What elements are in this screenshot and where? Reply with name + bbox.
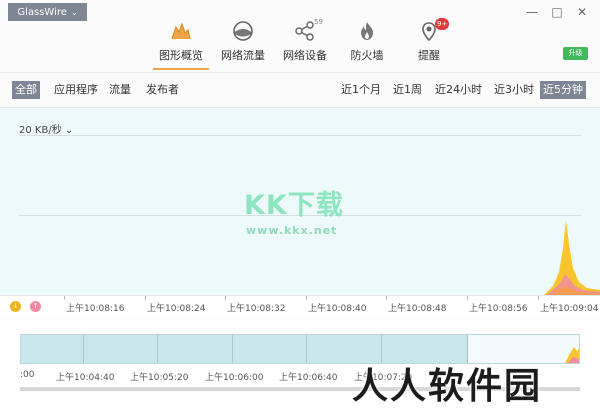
filter-traffic[interactable]: 流量 [106,81,134,99]
overview-tick: 上午10:04:40 [56,373,115,383]
time-tick: 上午10:08:16 [66,304,125,314]
tab-usage-label: 网络流量 [221,49,265,62]
time-tick: 上午10:08:32 [227,304,286,314]
incoming-legend-icon[interactable]: ↓ [10,301,21,312]
tick-mark [386,296,387,300]
overview-tick: 上午10:06:00 [205,373,264,383]
graph-icon [170,20,192,42]
chevron-down-icon: ⌄ [70,7,78,17]
filter-apps[interactable]: 应用程序 [51,81,101,99]
traffic-spike [543,220,600,296]
network-devices-icon [294,20,316,42]
tab-firewall[interactable]: 防火墙 [336,18,398,70]
main-nav: 图形概览 网络流量 59 网络设备 防火墙 9+ 提醒 [150,18,460,70]
brand-menu-button[interactable]: GlassWire ⌄ [8,3,87,21]
tick-mark [225,296,226,300]
range-5-minutes[interactable]: 近5分钟 [540,81,586,99]
watermark-logo: KK下载 [244,190,344,221]
usage-icon [232,20,254,42]
outgoing-legend-icon[interactable]: ↑ [30,301,41,312]
tab-graph[interactable]: 图形概览 [150,18,212,70]
tick-mark [306,296,307,300]
firewall-icon [356,20,378,42]
overview-tick: 上午10:05:20 [130,373,189,383]
range-24-hours[interactable]: 近24小时 [432,81,485,99]
maximize-button[interactable]: □ [546,3,568,21]
filter-bar: 全部 应用程序 流量 发布者 近1个月 近1周 近24小时 近3小时 近5分钟 [0,72,600,106]
minimize-button[interactable]: — [521,3,543,21]
tick-mark [467,296,468,300]
tab-alerts[interactable]: 9+ 提醒 [398,18,460,70]
tab-alerts-label: 提醒 [418,49,440,62]
device-count: 59 [314,18,323,26]
tab-network-devices-label: 网络设备 [283,49,327,62]
time-axis: ↓ ↑ 上午10:08:16 上午10:08:24 上午10:08:32 上午1… [0,295,600,319]
range-3-hours[interactable]: 近3小时 [491,81,537,99]
tab-firewall-label: 防火墙 [350,49,384,62]
range-1-week[interactable]: 近1周 [390,81,425,99]
scale-selector[interactable]: 20 KB/秒 ⌄ [19,121,73,136]
overview-divider [83,335,84,363]
overview-tick: :00 [20,370,35,380]
tab-usage[interactable]: 网络流量 [212,18,274,70]
overview-tick: 上午10:06:40 [279,373,338,383]
time-tick: 上午10:08:56 [469,304,528,314]
graph-gridline-top [19,135,581,136]
overview-spike [565,347,579,363]
filter-publishers[interactable]: 发布者 [143,81,182,99]
tick-mark [538,296,539,300]
range-1-month[interactable]: 近1个月 [338,81,384,99]
upgrade-button[interactable]: 升级 [563,47,588,60]
tick-mark [145,296,146,300]
brand-label: GlassWire [17,6,67,18]
watermark-bottom: 人人软件园 [352,366,543,407]
close-button[interactable]: ✕ [571,3,593,21]
time-tick: 上午10:09:04 [540,304,599,314]
overview-divider [306,335,307,363]
overview-divider [157,335,158,363]
tab-graph-label: 图形概览 [159,49,203,62]
tick-mark [64,296,65,300]
traffic-graph: 20 KB/秒 ⌄ KK下载 www.kkx.net [0,107,600,296]
time-tick: 上午10:08:24 [147,304,206,314]
watermark-url: www.kkx.net [246,224,338,237]
glasswire-window: GlassWire ⌄ — □ ✕ 图形概览 网络流量 59 网络设备 防火墙 … [0,0,600,415]
alerts-badge: 9+ [435,18,450,30]
filter-all[interactable]: 全部 [12,81,40,99]
tab-network-devices[interactable]: 59 网络设备 [274,18,336,70]
time-tick: 上午10:08:40 [308,304,367,314]
time-tick: 上午10:08:48 [388,304,447,314]
overview-divider [232,335,233,363]
